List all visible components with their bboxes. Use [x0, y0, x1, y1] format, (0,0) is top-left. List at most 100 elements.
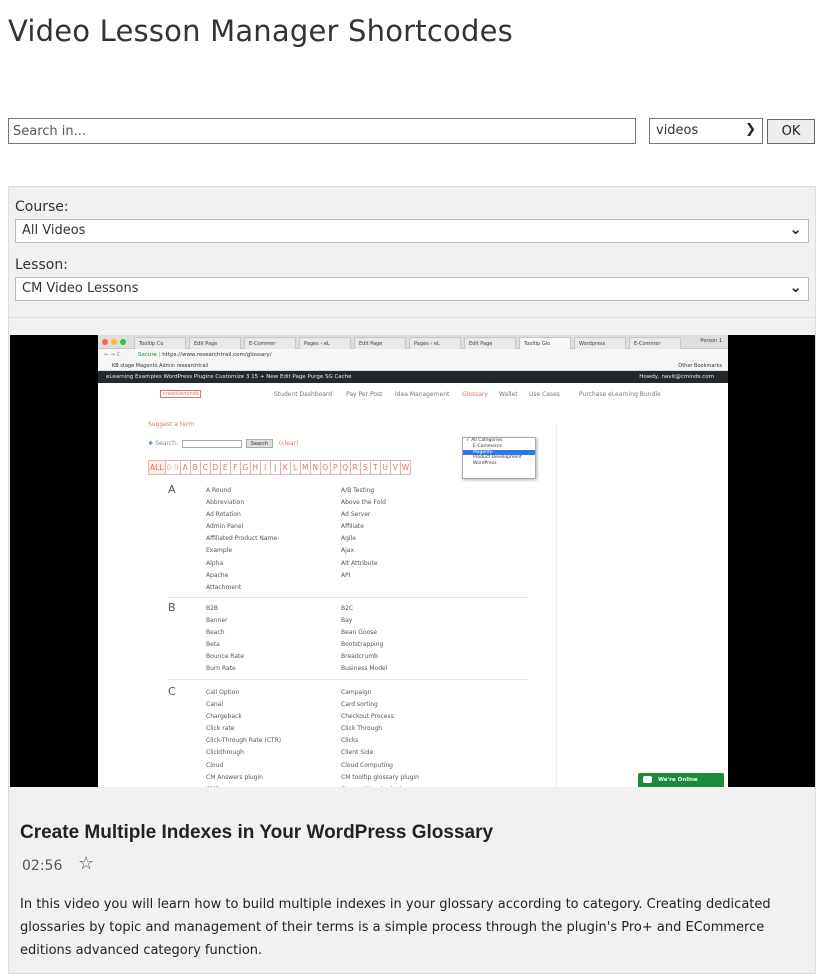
glossary-term: A/B Testing [341, 487, 375, 494]
letter-index-item: J [270, 460, 281, 475]
content-type-value: videos [656, 123, 699, 138]
letter-index-item: W [400, 460, 412, 475]
glossary-term: CMS [206, 784, 281, 787]
glossary-term: Bay [341, 617, 353, 625]
glossary-term: Call Option [206, 689, 240, 696]
admin-user: Howdy, navit@cminds.com [639, 374, 714, 380]
browser-profile: Person 1 [700, 338, 722, 344]
glossary-term: Alpha [206, 559, 224, 567]
letter-index-item: E [220, 460, 231, 475]
glossary-term: Attachment [206, 583, 242, 591]
glossary-column: A Round Abbreviation Ad Rotation Admin Pane… [206, 485, 279, 594]
browser-tab: Edit Page [189, 337, 241, 349]
online-chat-badge: We're Online [638, 773, 724, 787]
letter-index-item: U [380, 460, 391, 475]
suggest-term-link: Suggest a term [148, 421, 195, 428]
letter-index-item: H [250, 460, 261, 475]
letter-index-item: C [200, 460, 211, 475]
site-nav-item: Use Cases [529, 391, 560, 398]
lesson-select[interactable]: CM Video Lessons ⌄ [15, 277, 809, 301]
other-bookmarks: Other Bookmarks [678, 363, 722, 369]
glossary-term: B2B [206, 605, 219, 612]
glossary-column: A/B Testing Above the Fold Ad Server Affili… [341, 485, 386, 582]
letter-index-item: I [260, 460, 271, 475]
glossary-search: ❖ Search: Search (clear) [148, 439, 298, 448]
lesson-description: In this video you will learn how to buil… [20, 897, 771, 958]
glossary-column: Campaign Card sorting Checkout Process Clic… [341, 687, 419, 787]
browser-tab: Tooltip Glo [519, 337, 571, 349]
glossary-term: Example [206, 547, 233, 555]
star-icon[interactable]: ☆ [78, 853, 94, 874]
glossary-term: Client Side [341, 749, 374, 757]
search-input[interactable] [8, 118, 636, 144]
video-player[interactable]: Tooltip Co Edit Page E-Commer Pages ‹ eL Edi… [10, 335, 815, 787]
glossary-column: B2B Banner Beach Beta Bounce Rate Burn Rate [206, 603, 244, 676]
site-nav-item: Idea Management [395, 391, 450, 398]
letter-index-item: L [290, 460, 301, 475]
glossary-term: Affiliate [341, 523, 364, 531]
glossary-term: Ad Server [341, 511, 371, 519]
glossary-term: Campaign [341, 689, 372, 696]
glossary-term: Clicks [341, 737, 359, 745]
letter-index-item: ALL [148, 460, 166, 475]
glossary-term: Ad Rotation [206, 511, 241, 519]
glossary-term: Apache [206, 571, 229, 579]
glossary-term: Cloud [206, 761, 224, 769]
glossary-term: Card sorting [341, 701, 378, 709]
browser-tab: E-Commer [629, 337, 681, 349]
browser-tab: Pages ‹ eL [409, 337, 461, 349]
video-frame-browser: Tooltip Co Edit Page E-Commer Pages ‹ eL Edi… [98, 335, 728, 787]
browser-tab: Pages ‹ eL [299, 337, 351, 349]
content-type-select[interactable]: videos ❯ [649, 118, 763, 144]
glossary-clear-link: (clear) [278, 440, 299, 447]
letter-index-item: V [390, 460, 401, 475]
browser-tab: Edit Page [464, 337, 516, 349]
letter-index-item: B [190, 460, 201, 475]
glossary-term: Abbreviation [206, 499, 245, 507]
minimize-dot-icon [111, 339, 117, 345]
browser-url: https://www.researchtrail.com/glossary/ [162, 352, 272, 358]
site-nav-item: Glossary [462, 391, 488, 398]
glossary-term: Business Model [341, 665, 388, 673]
maximize-dot-icon [120, 339, 126, 345]
glossary-term: Alt Attribute [341, 559, 378, 567]
lesson-duration: 02:56 [22, 858, 63, 874]
ok-button[interactable]: OK [767, 119, 815, 144]
page-title: Video Lesson Manager Shortcodes [8, 14, 513, 48]
site-nav-item: Student Dashboard [274, 391, 333, 398]
letter-index-item: M [300, 460, 311, 475]
browser-tab: E-Commer [244, 337, 296, 349]
letter-index-item: G [240, 460, 251, 475]
browser-tab: Wordpress [574, 337, 626, 349]
glossary-term: Above the Fold [341, 499, 386, 507]
glossary-term: Click-Through Rate (CTR) [206, 737, 282, 745]
letter-index-item: Q [340, 460, 351, 475]
lesson-value: CM Video Lessons [22, 281, 139, 296]
course-select[interactable]: All Videos ⌄ [15, 219, 809, 243]
letter-index-item: R [350, 460, 361, 475]
glossary-term: Canal [206, 701, 224, 709]
glossary-term: API [341, 571, 351, 579]
divider [9, 317, 815, 318]
browser-tab: Edit Page [354, 337, 406, 349]
letter-index: ALL 0-9 A B C D E F G H I J K L M N O P Q R S T U V W [148, 460, 412, 475]
glossary-term: Beta [206, 641, 220, 649]
browser-urlbar: ← → C Secure | https://www.researchtrail… [98, 349, 728, 361]
site-nav-item: Wallet [499, 391, 518, 398]
chat-bubble-icon [643, 776, 652, 783]
bookmarks-bar: KB stage Magento Admin researchtrail Oth… [98, 361, 728, 371]
browser-tab: Tooltip Co [134, 337, 186, 349]
sidebar-divider [556, 425, 557, 787]
letter-index-item: K [280, 460, 291, 475]
glossary-term: Banner [206, 617, 228, 625]
glossary-term: Bootstrapping [341, 641, 384, 649]
letter-index-item: S [360, 460, 371, 475]
letter-index-item: F [230, 460, 241, 475]
glossary-column: B2C Bay Bean Goose Bootstrapping Breadcrumb B… [341, 603, 387, 676]
close-dot-icon [102, 339, 108, 345]
lesson-label: Lesson: [15, 257, 68, 273]
chevron-down-icon: ⌄ [789, 220, 802, 238]
category-option-label: All Categories [471, 438, 503, 443]
glossary-term: Burn Rate [206, 665, 236, 673]
glossary-term: Admin Panel [206, 523, 244, 531]
